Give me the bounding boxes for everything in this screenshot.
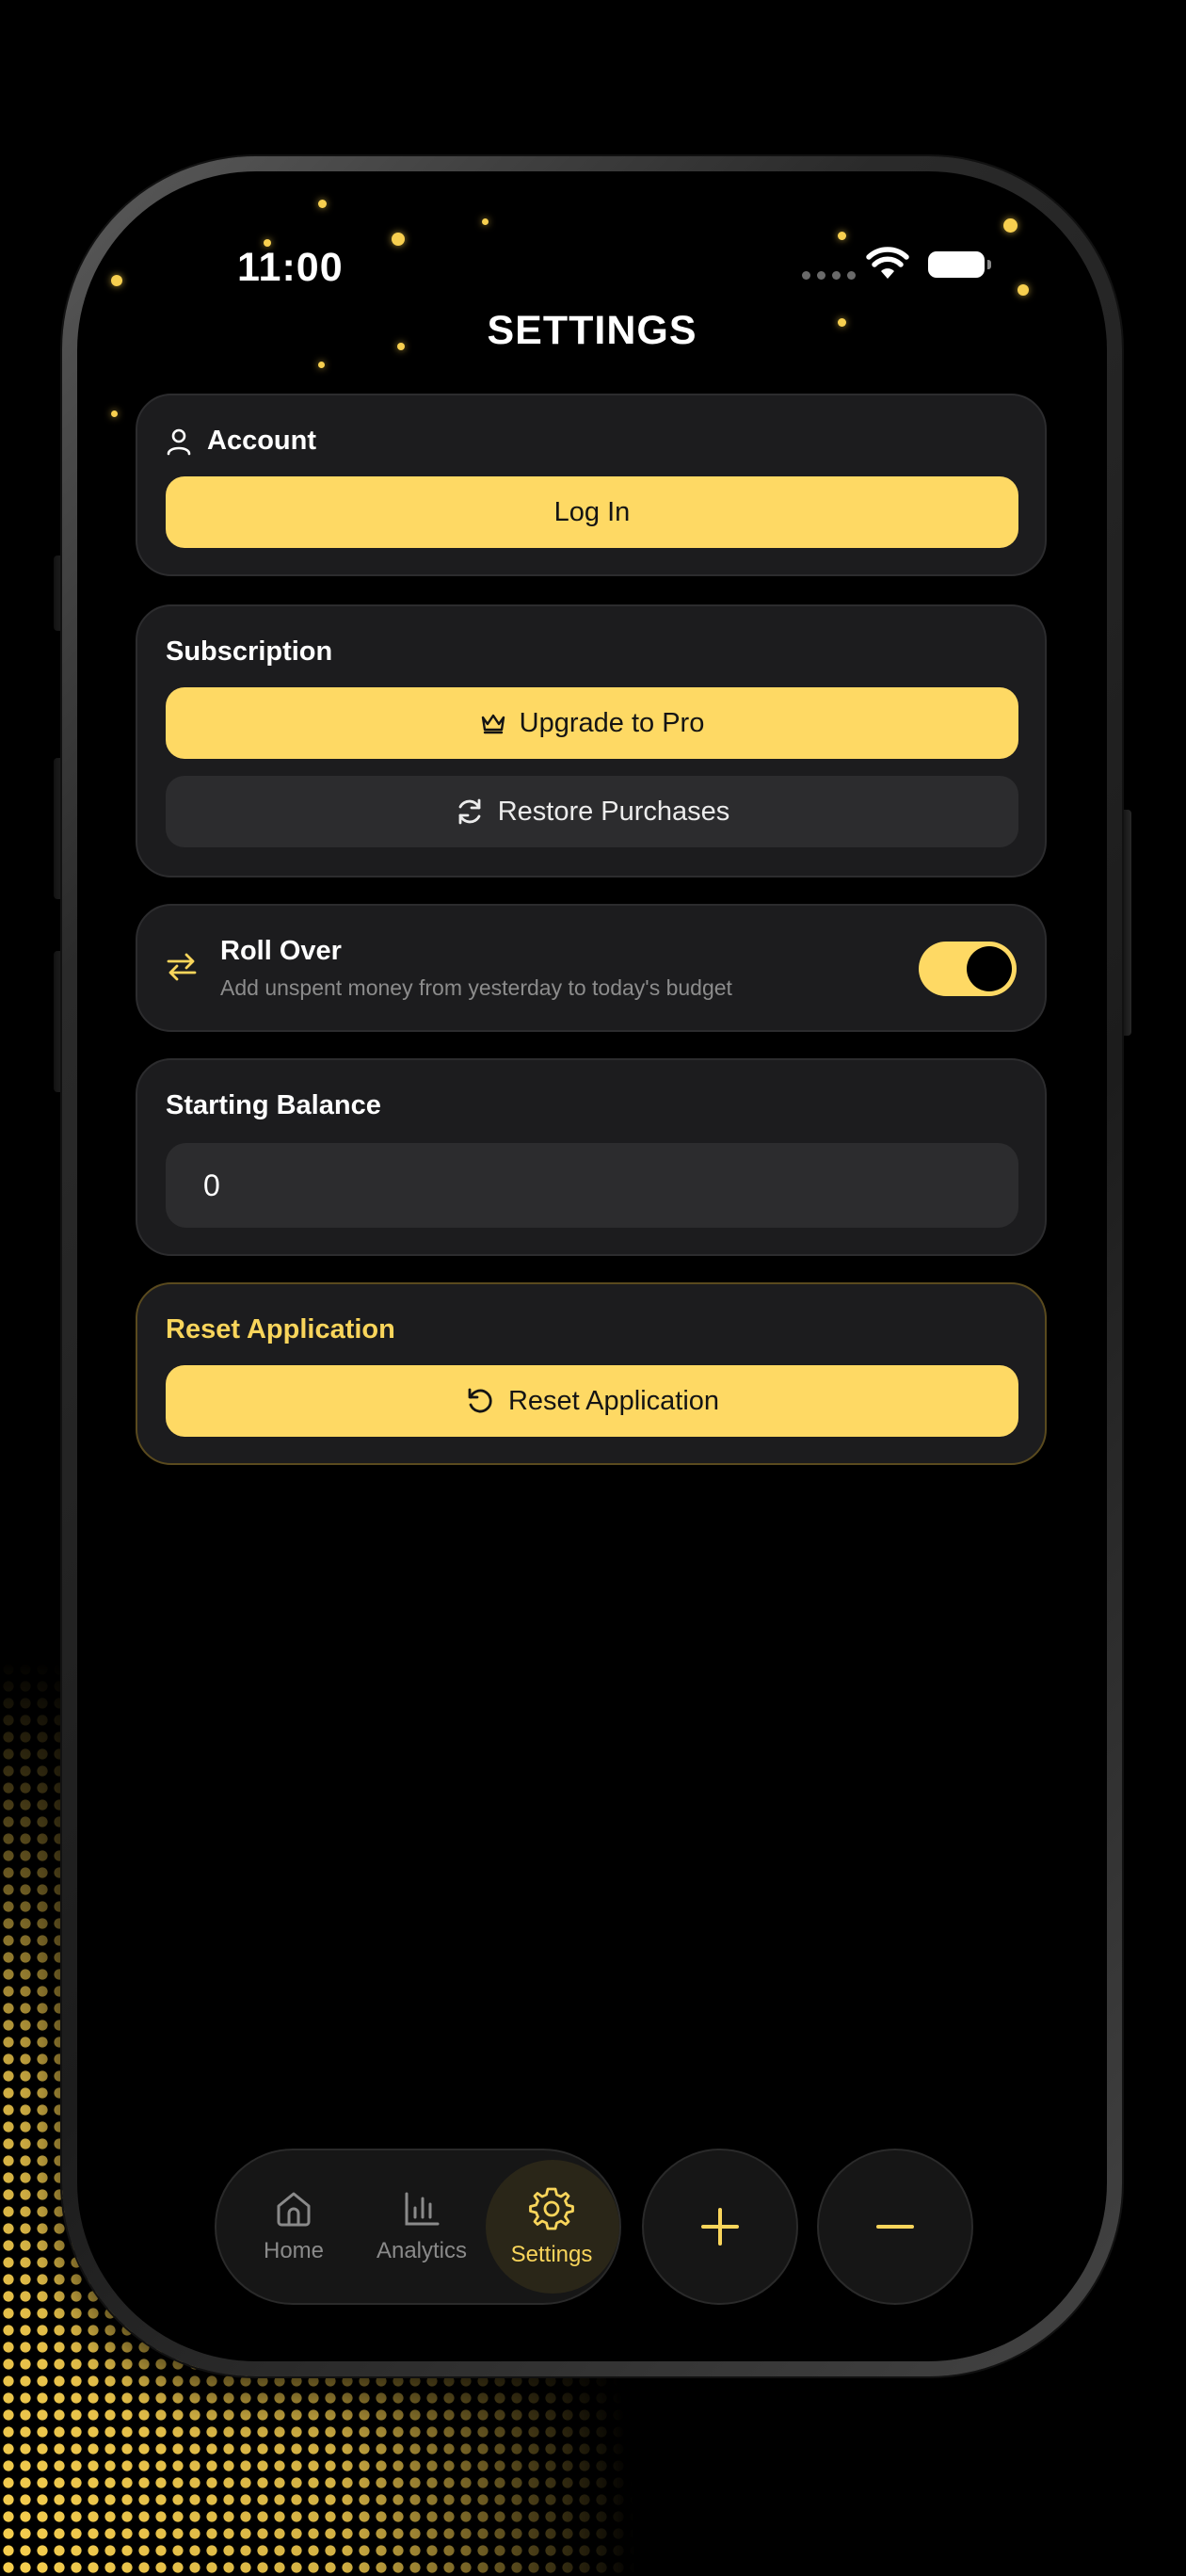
- reset-application-button[interactable]: Reset Application: [166, 1365, 1018, 1437]
- tab-settings[interactable]: Settings: [488, 2150, 616, 2303]
- starting-balance-heading: Starting Balance: [166, 1090, 381, 1120]
- signal-dots-icon: [802, 271, 856, 280]
- minus-icon: [876, 2225, 914, 2229]
- page-title: SETTINGS: [487, 308, 697, 353]
- account-heading: Account: [207, 426, 316, 456]
- restore-purchases-button[interactable]: Restore Purchases: [166, 776, 1018, 847]
- tab-home-label: Home: [263, 2238, 325, 2263]
- login-button[interactable]: Log In: [166, 476, 1018, 548]
- phone-screen: 11:00 SETTINGS Account Log In Subscripti…: [77, 171, 1107, 2361]
- subscription-header: Subscription: [166, 636, 332, 668]
- sparkle: [482, 218, 489, 225]
- tab-analytics[interactable]: Analytics: [358, 2150, 486, 2303]
- subscription-heading: Subscription: [166, 636, 333, 667]
- plus-icon: [701, 2208, 739, 2246]
- account-card: Account Log In: [136, 394, 1047, 576]
- wifi-icon: [866, 247, 909, 279]
- sparkle: [318, 362, 325, 368]
- reset-button-label: Reset Application: [507, 1385, 720, 1416]
- refresh-icon: [458, 798, 481, 825]
- tab-analytics-label: Analytics: [376, 2238, 468, 2263]
- tab-bar: Home Analytics Settings: [215, 2149, 621, 2305]
- tab-settings-label: Settings: [510, 2242, 593, 2267]
- reset-icon: [468, 1388, 492, 1413]
- add-button[interactable]: [642, 2149, 798, 2305]
- starting-balance-header: Starting Balance: [166, 1090, 381, 1121]
- rollover-card: Roll Over Add unspent money from yesterd…: [136, 904, 1047, 1032]
- upgrade-button[interactable]: Upgrade to Pro: [166, 687, 1018, 759]
- chart-icon: [405, 2192, 440, 2226]
- user-icon: [167, 428, 191, 455]
- restore-purchases-label: Restore Purchases: [497, 796, 730, 827]
- subscription-card: Subscription Upgrade to Pro Restore Purc…: [136, 604, 1047, 877]
- account-header: Account: [166, 426, 316, 457]
- sparkle: [111, 275, 122, 286]
- reset-header: Reset Application: [166, 1314, 395, 1345]
- rollover-description: Add unspent money from yesterday to toda…: [220, 975, 732, 1000]
- reset-card: Reset Application Reset Application: [136, 1282, 1047, 1465]
- sparkle: [838, 232, 846, 240]
- starting-balance-card: Starting Balance 0: [136, 1058, 1047, 1256]
- tab-home[interactable]: Home: [230, 2150, 358, 2303]
- sparkle: [111, 411, 118, 417]
- toggle-knob: [967, 946, 1012, 991]
- crown-icon: [481, 714, 505, 734]
- rollover-toggle[interactable]: [919, 942, 1017, 996]
- login-button-label: Log In: [553, 496, 631, 527]
- subtract-button[interactable]: [817, 2149, 973, 2305]
- sparkle: [392, 233, 405, 246]
- sparkle: [1003, 218, 1018, 233]
- reset-heading: Reset Application: [166, 1314, 395, 1344]
- gear-icon: [529, 2187, 574, 2230]
- status-time: 11:00: [237, 245, 344, 290]
- upgrade-button-label: Upgrade to Pro: [519, 707, 705, 738]
- sparkle: [1018, 284, 1029, 296]
- starting-balance-input[interactable]: 0: [166, 1143, 1018, 1228]
- battery-icon: [928, 251, 991, 278]
- swap-arrows-icon: [167, 953, 197, 981]
- rollover-title: Roll Over: [220, 936, 342, 966]
- sparkle: [318, 200, 327, 208]
- home-icon: [277, 2192, 311, 2227]
